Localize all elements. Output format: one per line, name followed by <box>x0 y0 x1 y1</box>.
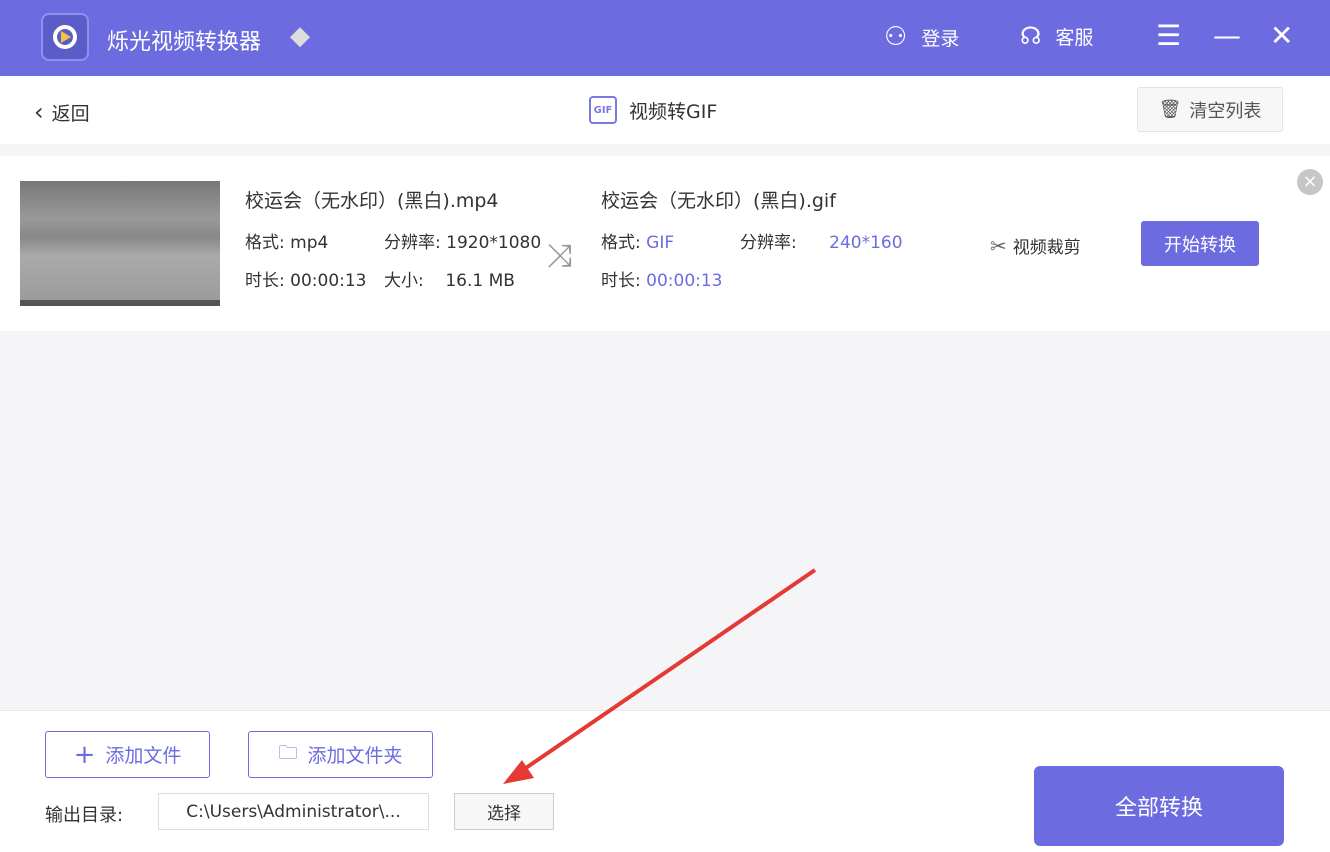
src-res-label: 分辨率: <box>384 233 441 253</box>
remove-file-icon[interactable]: × <box>1297 169 1323 195</box>
page-title: GIF 视频转GIF <box>589 96 717 124</box>
add-folder-label: 添加文件夹 <box>307 745 403 767</box>
output-filename: 校运会（无水印）(黑白).gif <box>601 190 836 212</box>
convert-all-button[interactable]: 全部转换 <box>1034 766 1284 846</box>
app-logo-icon <box>41 13 89 61</box>
chevron-left-icon: ‹ <box>34 98 44 126</box>
close-icon[interactable]: ✕ <box>1270 20 1293 52</box>
service-label: 客服 <box>1055 26 1094 49</box>
file-row: 校运会（无水印）(黑白).mp4 格式: mp4 分辨率: 1920*1080 … <box>0 156 1330 331</box>
source-filename: 校运会（无水印）(黑白).mp4 <box>245 190 499 212</box>
choose-dir-button[interactable]: 选择 <box>454 793 554 830</box>
headset-icon: ☊ <box>1020 22 1042 50</box>
src-format: mp4 <box>290 233 329 253</box>
app-title: 烁光视频转换器 <box>107 30 262 55</box>
src-size: 16.1 MB <box>445 271 515 291</box>
folder-icon: 🗀 <box>278 741 298 764</box>
trash-icon: 🗑 <box>1158 99 1182 120</box>
title-bar: 烁光视频转换器 ◆ ⚇ 登录 ☊ 客服 ☰ — ✕ <box>0 0 1330 76</box>
clear-list-label: 清空列表 <box>1189 100 1262 122</box>
src-duration: 00:00:13 <box>290 271 367 291</box>
back-label: 返回 <box>51 102 90 125</box>
vip-diamond-icon[interactable]: ◆ <box>290 23 318 49</box>
back-button[interactable]: ‹ 返回 <box>34 98 90 126</box>
clear-list-button[interactable]: 🗑 清空列表 <box>1137 87 1283 132</box>
add-folder-button[interactable]: 🗀 添加文件夹 <box>248 731 433 778</box>
footer: + 添加文件 🗀 添加文件夹 输出目录: C:\Users\Administrato… <box>0 710 1330 852</box>
sub-header: ‹ 返回 GIF 视频转GIF 🗑 清空列表 <box>0 76 1330 144</box>
video-crop-button[interactable]: ✂ 视频裁剪 <box>990 233 1081 259</box>
video-crop-label: 视频裁剪 <box>1012 238 1081 258</box>
src-size-label: 大小: <box>384 271 424 291</box>
src-resolution: 1920*1080 <box>446 233 542 253</box>
page-title-text: 视频转GIF <box>629 100 718 123</box>
out-duration: 00:00:13 <box>646 271 723 291</box>
user-icon: ⚇ <box>884 22 908 52</box>
scissors-icon: ✂ <box>990 233 1007 258</box>
out-dur-label: 时长: <box>601 271 641 291</box>
out-format[interactable]: GIF <box>646 233 674 253</box>
output-dir-label: 输出目录: <box>45 805 124 826</box>
output-path-field[interactable]: C:\Users\Administrator\... <box>158 793 429 830</box>
add-file-label: 添加文件 <box>105 745 182 767</box>
plus-icon: + <box>73 739 96 770</box>
gif-icon: GIF <box>589 96 617 124</box>
minimize-icon[interactable]: — <box>1213 20 1241 52</box>
menu-icon[interactable]: ☰ <box>1156 20 1181 52</box>
out-res-label: 分辨率: <box>740 233 797 253</box>
start-convert-button[interactable]: 开始转换 <box>1141 221 1259 266</box>
video-thumbnail <box>20 181 220 306</box>
service-button[interactable]: ☊ 客服 <box>1020 22 1093 50</box>
src-dur-label: 时长: <box>245 271 285 291</box>
src-format-label: 格式: <box>245 233 285 253</box>
out-resolution[interactable]: 240*160 <box>829 233 902 253</box>
shuffle-arrow-icon: ⤨ <box>547 236 573 274</box>
add-file-button[interactable]: + 添加文件 <box>45 731 210 778</box>
out-format-label: 格式: <box>601 233 641 253</box>
login-button[interactable]: ⚇ 登录 <box>884 22 959 52</box>
login-label: 登录 <box>921 27 960 50</box>
